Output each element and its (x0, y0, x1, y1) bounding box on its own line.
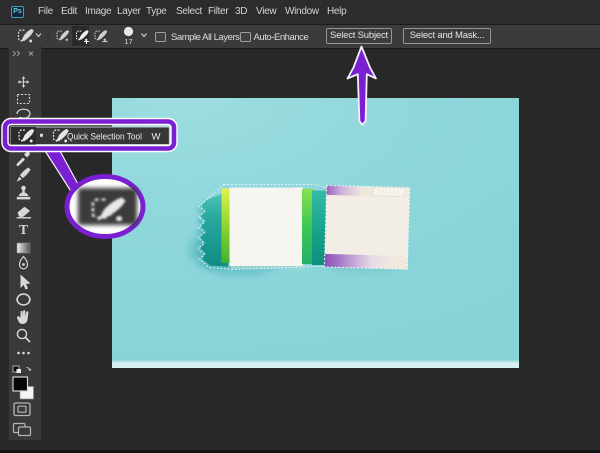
svg-text:W: W (152, 132, 161, 143)
svg-text:17: 17 (124, 37, 132, 46)
svg-text:Quick Selection Tool: Quick Selection Tool (67, 132, 142, 143)
svg-text:T: T (19, 222, 28, 237)
